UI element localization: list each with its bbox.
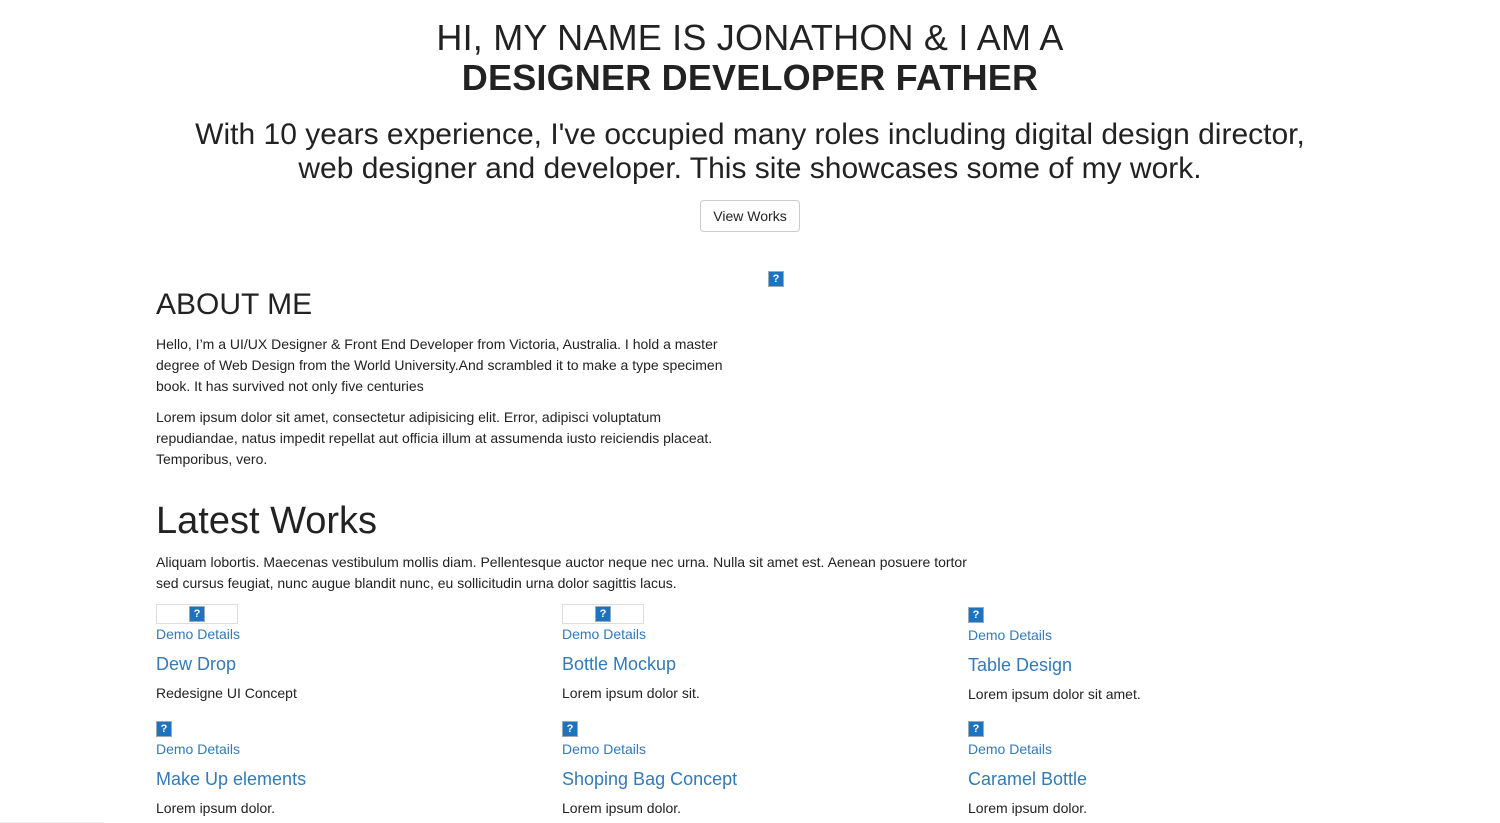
demo-details-link[interactable]: Demo Details — [156, 740, 536, 758]
hero-subtitle: With 10 years experience, I've occupied … — [195, 118, 1305, 186]
work-card: ? Demo Details Make Up elements Lorem ip… — [156, 718, 536, 817]
about-paragraph-2: Lorem ipsum dolor sit amet, consectetur … — [156, 409, 713, 467]
work-thumbnail[interactable]: ? — [562, 718, 942, 739]
broken-image-icon: ? — [595, 606, 611, 622]
broken-image-icon: ? — [189, 606, 205, 622]
demo-details-link[interactable]: Demo Details — [562, 625, 942, 643]
work-thumbnail[interactable]: ? — [968, 718, 1348, 739]
work-card: ? Demo Details Bottle Mockup Lorem ipsum… — [562, 604, 942, 702]
demo-details-link[interactable]: Demo Details — [156, 625, 536, 643]
broken-image-icon: ? — [968, 720, 984, 737]
work-description: Lorem ipsum dolor. — [968, 800, 1088, 816]
about-paragraph-1: Hello, I’m a UI/UX Designer & Front End … — [156, 336, 723, 394]
hero-title-line2: DESIGNER DEVELOPER FATHER — [461, 57, 1039, 98]
work-description: Lorem ipsum dolor sit. — [562, 685, 700, 701]
work-description: Lorem ipsum dolor sit amet. — [968, 686, 1141, 702]
work-card: ? Demo Details Caramel Bottle Lorem ipsu… — [968, 718, 1348, 817]
works-heading: Latest Works — [156, 500, 378, 542]
works-lead: Aliquam lobortis. Maecenas vestibulum mo… — [156, 554, 967, 591]
work-thumbnail[interactable]: ? — [156, 718, 536, 739]
hero-subtitle-line1: With 10 years experience, I've occupied … — [195, 118, 1305, 151]
work-thumbnail[interactable]: ? — [562, 604, 644, 624]
about-heading: ABOUT ME — [156, 288, 313, 321]
broken-image-icon: ? — [156, 720, 172, 737]
work-card: ? Demo Details Table Design Lorem ipsum … — [968, 604, 1348, 703]
view-works-button[interactable]: View Works — [700, 200, 800, 232]
work-description: Redesigne UI Concept — [156, 685, 297, 701]
work-card: ? Demo Details Dew Drop Redesigne UI Con… — [156, 604, 536, 702]
work-title[interactable]: Caramel Bottle — [968, 768, 1348, 790]
work-title[interactable]: Dew Drop — [156, 653, 536, 675]
broken-image-icon: ? — [562, 720, 578, 737]
work-title[interactable]: Bottle Mockup — [562, 653, 942, 675]
broken-image-icon: ? — [768, 271, 784, 287]
work-description: Lorem ipsum dolor. — [156, 800, 276, 816]
work-title[interactable]: Shoping Bag Concept — [562, 768, 942, 790]
demo-details-link[interactable]: Demo Details — [968, 626, 1348, 644]
broken-image-icon: ? — [968, 606, 984, 623]
hero-title: HI, MY NAME IS JONATHON & I AM A DESIGNE… — [0, 0, 1500, 98]
latest-works-section: Latest Works Aliquam lobortis. Maecenas … — [156, 498, 1346, 816]
work-title[interactable]: Make Up elements — [156, 768, 536, 790]
work-thumbnail[interactable]: ? — [968, 604, 1348, 625]
demo-details-link[interactable]: Demo Details — [562, 740, 942, 758]
work-thumbnail[interactable]: ? — [156, 604, 238, 624]
work-title[interactable]: Table Design — [968, 654, 1348, 676]
demo-details-link[interactable]: Demo Details — [968, 740, 1348, 758]
work-card: ? Demo Details Shoping Bag Concept Lorem… — [562, 718, 942, 817]
work-description: Lorem ipsum dolor. — [562, 800, 682, 816]
hero-subtitle-line2: web designer and developer. This site sh… — [298, 152, 1202, 185]
hero-section: HI, MY NAME IS JONATHON & I AM A DESIGNE… — [0, 0, 1500, 232]
about-section: ABOUT ME Hello, I’m a UI/UX Designer & F… — [156, 288, 746, 470]
hero-title-line1: HI, MY NAME IS JONATHON & I AM A — [436, 17, 1064, 58]
